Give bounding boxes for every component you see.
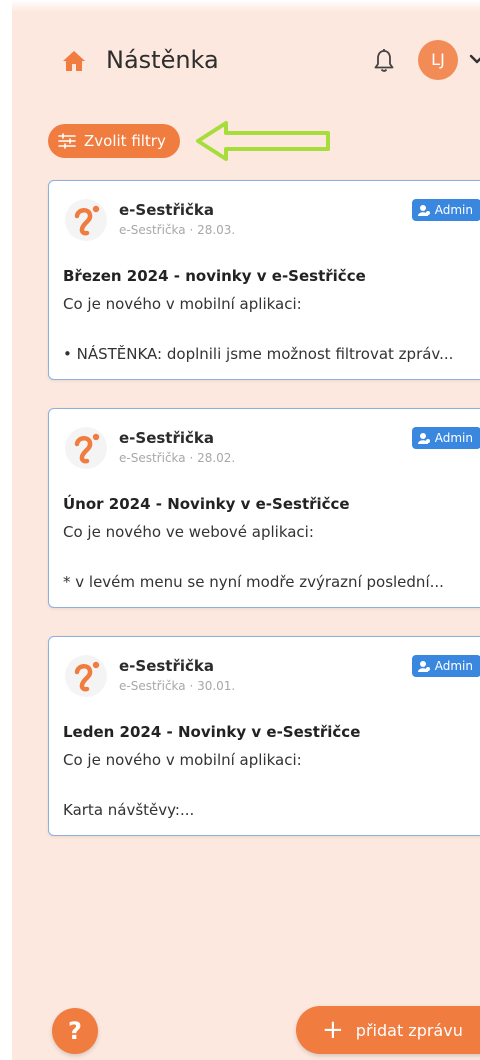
- header: Nástěnka LJ: [52, 40, 480, 84]
- bell-icon[interactable]: [372, 48, 396, 74]
- admin-badge: Admin: [411, 427, 480, 449]
- post-excerpt: Karta návštěvy:...: [63, 801, 195, 819]
- post-author: e-Sestřička: [119, 429, 215, 447]
- post-excerpt: * v levém menu se nyní modře zvýrazní po…: [63, 573, 444, 591]
- plus-icon: +: [322, 1015, 344, 1045]
- post-intro: Co je nového v mobilní aplikaci:: [63, 751, 302, 769]
- admin-icon: [417, 661, 430, 672]
- sliders-icon: [58, 133, 76, 149]
- admin-icon: [417, 205, 430, 216]
- add-post-button[interactable]: + přidat zprávu: [296, 1006, 480, 1054]
- home-icon[interactable]: [62, 50, 86, 72]
- avatar[interactable]: LJ: [418, 40, 458, 80]
- admin-badge: Admin: [411, 199, 480, 221]
- post-card[interactable]: e-Sestřička e-Sestřička · 28.03. Admin B…: [48, 180, 480, 380]
- chevron-down-icon[interactable]: [468, 52, 480, 66]
- post-excerpt: • NÁSTĚNKA: doplnili jsme možnost filtro…: [63, 345, 454, 363]
- post-card[interactable]: e-Sestřička e-Sestřička · 28.02. Admin Ú…: [48, 408, 480, 608]
- post-meta: e-Sestřička · 30.01.: [119, 679, 236, 693]
- post-meta: e-Sestřička · 28.02.: [119, 451, 236, 465]
- arrow-annotation-icon: [196, 121, 330, 161]
- filter-button[interactable]: Zvolit filtry: [48, 124, 180, 158]
- top-strip: [12, 0, 480, 12]
- e-sestricka-logo-icon: [65, 655, 107, 697]
- post-title: Březen 2024 - novinky v e-Sestřičce: [63, 267, 366, 285]
- post-intro: Co je nového ve webové aplikaci:: [63, 523, 314, 541]
- help-button[interactable]: ?: [52, 1008, 98, 1054]
- e-sestricka-logo-icon: [65, 199, 107, 241]
- admin-badge-label: Admin: [434, 659, 473, 673]
- post-card[interactable]: e-Sestřička e-Sestřička · 30.01. Admin L…: [48, 636, 480, 836]
- admin-badge-label: Admin: [434, 431, 473, 445]
- admin-badge-label: Admin: [434, 203, 473, 217]
- e-sestricka-logo-icon: [65, 427, 107, 469]
- admin-icon: [417, 433, 430, 444]
- post-author: e-Sestřička: [119, 201, 215, 219]
- page-title: Nástěnka: [106, 46, 219, 74]
- post-meta: e-Sestřička · 28.03.: [119, 223, 236, 237]
- post-author: e-Sestřička: [119, 657, 215, 675]
- add-post-label: přidat zprávu: [355, 1020, 463, 1040]
- admin-badge: Admin: [411, 655, 480, 677]
- dashboard-screen: Nástěnka LJ Zvolit filtry e-Sestřička e-…: [0, 0, 480, 1060]
- post-title: Únor 2024 - Novinky v e-Sestřičce: [63, 495, 350, 513]
- post-title: Leden 2024 - Novinky v e-Sestřičce: [63, 723, 361, 741]
- post-intro: Co je nového v mobilní aplikaci:: [63, 295, 302, 313]
- filter-button-label: Zvolit filtry: [84, 132, 166, 150]
